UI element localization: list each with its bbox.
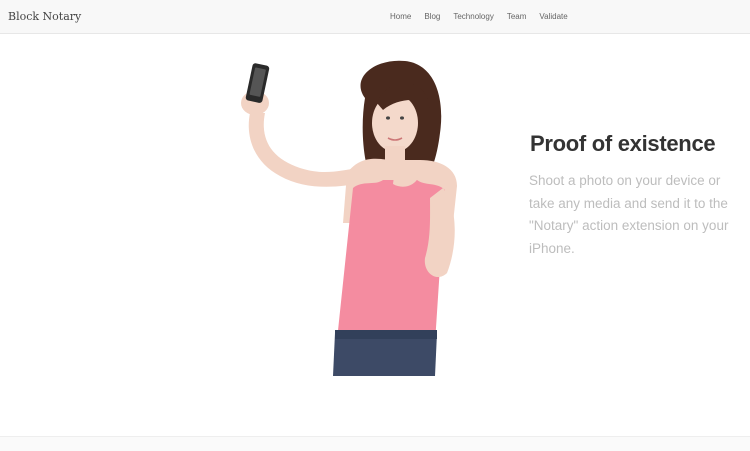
nav-link-validate[interactable]: Validate — [539, 12, 567, 21]
nav-link-team[interactable]: Team — [507, 12, 527, 21]
brand-link[interactable]: Block Notary — [8, 10, 81, 23]
nav-link-home[interactable]: Home — [390, 12, 411, 21]
hero-description: Shoot a photo on your device or take any… — [529, 173, 729, 256]
nav-link-technology[interactable]: Technology — [453, 12, 493, 21]
navbar: Block Notary Home Blog Technology Team V… — [0, 0, 750, 34]
hero-photo-woman-selfie — [241, 60, 457, 376]
jeans — [333, 333, 437, 376]
raised-arm — [248, 113, 363, 187]
nav-links: Home Blog Technology Team Validate — [390, 12, 581, 21]
nav-link-blog[interactable]: Blog — [424, 12, 440, 21]
page-bottom-strip — [0, 436, 750, 451]
hero-heading: Proof of existence — [530, 131, 716, 156]
